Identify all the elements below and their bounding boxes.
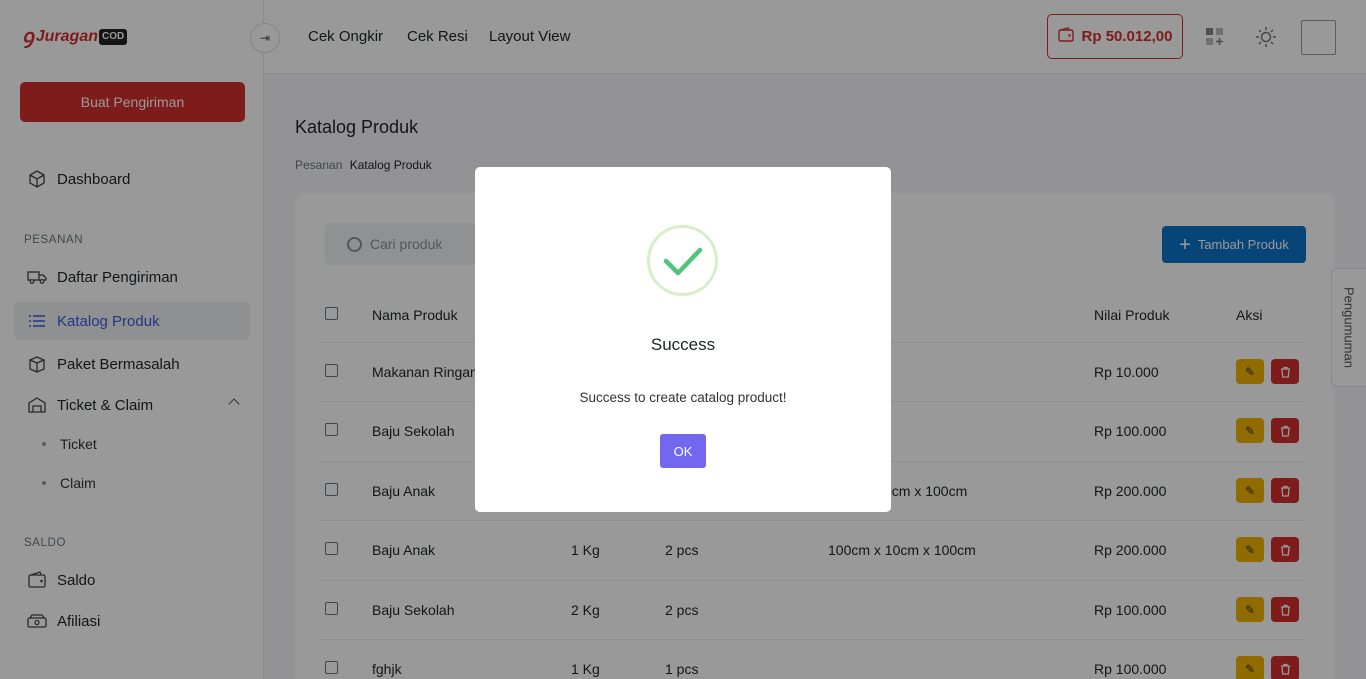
ok-button[interactable]: OK [660, 434, 706, 468]
modal-title: Success [650, 335, 716, 354]
modal-message: Success to create catalog product! [579, 390, 787, 405]
success-modal: Success Success to create catalog produc… [475, 167, 891, 512]
success-check-icon [647, 225, 718, 296]
